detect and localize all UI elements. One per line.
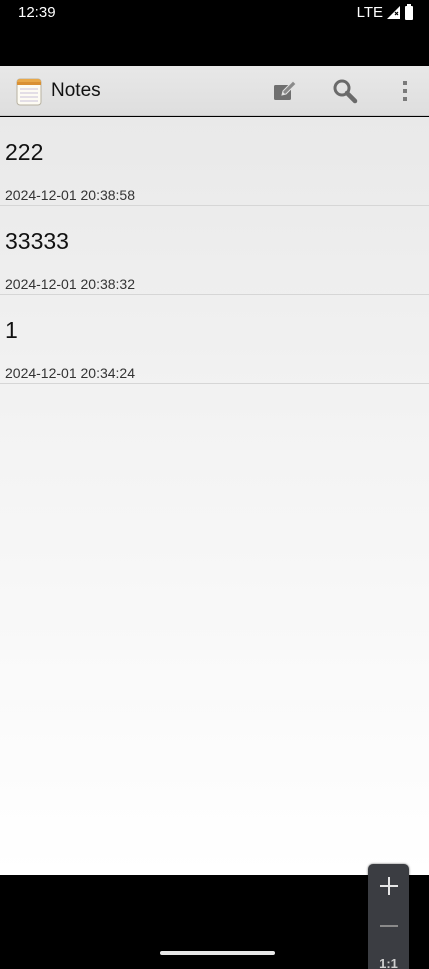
plus-icon (379, 877, 398, 895)
status-icons: LTE (356, 3, 413, 21)
compose-icon (274, 80, 297, 100)
note-title: 33333 (5, 228, 69, 254)
zoom-controls: 1:1 (368, 864, 409, 969)
note-date: 2024-12-01 20:34:24 (5, 365, 135, 381)
screen: 12:39 LTE Notes 222 2024-12-01 20:38:58 … (0, 0, 429, 969)
zoom-out-button[interactable] (368, 906, 409, 946)
search-button[interactable] (328, 74, 362, 108)
note-date: 2024-12-01 20:38:58 (5, 187, 135, 203)
note-title: 222 (5, 139, 44, 165)
compose-button[interactable] (268, 74, 302, 108)
status-bar: 12:39 LTE (0, 0, 429, 24)
zoom-reset-button[interactable]: 1:1 (368, 946, 409, 969)
notes-list: 222 2024-12-01 20:38:58 33333 2024-12-01… (0, 117, 429, 875)
note-item[interactable]: 1 2024-12-01 20:34:24 (0, 295, 429, 384)
zoom-in-button[interactable] (368, 866, 409, 906)
action-bar: Notes (0, 66, 429, 116)
overflow-menu-button[interactable] (388, 74, 422, 108)
notepad-app-icon (16, 78, 42, 106)
navigation-bar (0, 875, 429, 969)
network-type: LTE (356, 4, 383, 21)
note-date: 2024-12-01 20:38:32 (5, 276, 135, 292)
note-title: 1 (5, 317, 18, 343)
gesture-handle[interactable] (160, 951, 275, 955)
status-time: 12:39 (18, 4, 56, 21)
minus-icon (379, 925, 398, 927)
battery-icon (405, 3, 413, 20)
overflow-menu-icon (403, 81, 407, 101)
note-item[interactable]: 33333 2024-12-01 20:38:32 (0, 206, 429, 295)
search-icon (333, 79, 358, 104)
zoom-reset-label: 1:1 (379, 956, 398, 969)
signal-icon (387, 6, 400, 19)
note-item[interactable]: 222 2024-12-01 20:38:58 (0, 117, 429, 206)
app-title: Notes (51, 80, 101, 101)
